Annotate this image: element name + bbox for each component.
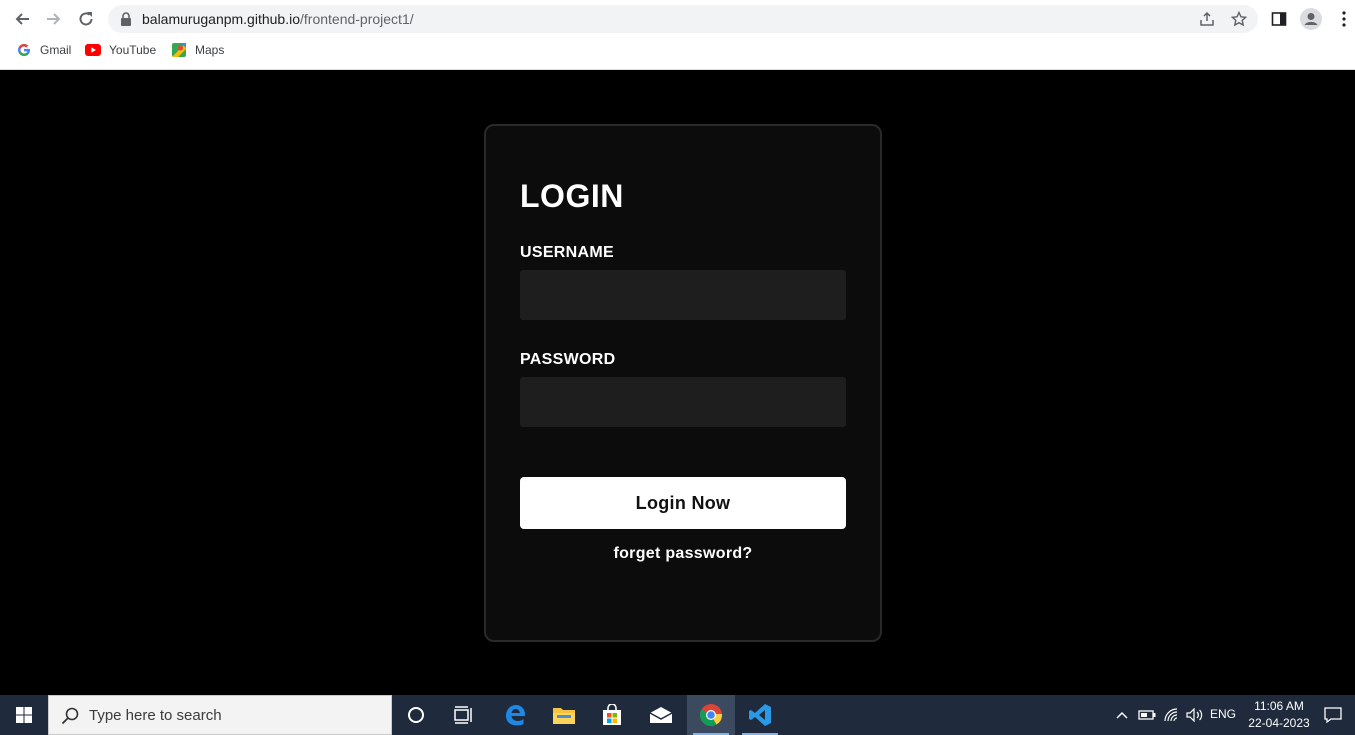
edge-taskbar-button[interactable] — [491, 695, 539, 735]
password-label: PASSWORD — [520, 351, 616, 368]
network-button[interactable] — [1161, 695, 1183, 735]
clock-date: 22-04-2023 — [1248, 716, 1310, 730]
more-vertical-icon — [1342, 11, 1346, 27]
wifi-icon — [1164, 708, 1178, 722]
language-indicator[interactable]: ENG — [1210, 707, 1236, 721]
volume-button[interactable] — [1184, 695, 1206, 735]
lock-icon[interactable] — [120, 12, 132, 26]
browser-chrome: balamuruganpm.github.io/frontend-project… — [0, 0, 1355, 70]
avatar-icon — [1300, 8, 1322, 30]
windows-icon — [16, 707, 32, 723]
taskbar: Type here to search ENG 11:06 AM 22-04-2… — [0, 695, 1355, 735]
start-button[interactable] — [0, 695, 48, 735]
browser-toolbar: balamuruganpm.github.io/frontend-project… — [0, 0, 1355, 38]
bookmark-label: Maps — [195, 43, 225, 57]
login-card: LOGIN USERNAME PASSWORD Login Now forget… — [484, 124, 882, 642]
notification-icon — [1324, 707, 1342, 723]
chrome-icon — [700, 704, 722, 726]
reload-button[interactable] — [73, 7, 99, 31]
folder-icon — [553, 708, 575, 724]
login-title: LOGIN — [520, 178, 624, 214]
forward-button[interactable] — [41, 7, 67, 31]
url-domain: balamuruganpm.github.io — [142, 11, 300, 27]
task-view-button[interactable] — [440, 695, 488, 735]
notifications-button[interactable] — [1322, 695, 1344, 735]
clock-time: 11:06 AM — [1254, 699, 1304, 713]
bookmark-maps[interactable]: Maps — [171, 42, 224, 58]
mail-icon — [649, 707, 673, 723]
share-button[interactable] — [1197, 10, 1217, 28]
speaker-icon — [1186, 708, 1203, 722]
bookmark-label: YouTube — [109, 43, 157, 57]
forget-password-link[interactable]: forget password? — [520, 545, 846, 563]
bookmark-gmail[interactable]: Gmail — [16, 42, 71, 58]
store-button[interactable] — [588, 695, 636, 735]
chrome-taskbar-button[interactable] — [687, 695, 735, 735]
username-input[interactable] — [520, 270, 846, 320]
cortana-button[interactable] — [392, 695, 440, 735]
taskbar-search-box[interactable]: Type here to search — [48, 695, 392, 735]
bookmark-youtube[interactable]: YouTube — [85, 42, 156, 58]
star-icon — [1231, 11, 1247, 27]
clock[interactable]: 11:06 AM 22-04-2023 — [1248, 698, 1310, 732]
bookmarks-bar: Gmail YouTube Maps — [0, 40, 1355, 62]
bookmark-star-button[interactable] — [1229, 10, 1249, 28]
url-path: /frontend-project1/ — [300, 11, 414, 27]
address-bar[interactable]: balamuruganpm.github.io/frontend-project… — [108, 5, 1258, 33]
login-now-button[interactable]: Login Now — [520, 477, 846, 529]
password-input[interactable] — [520, 377, 846, 427]
mail-button[interactable] — [637, 695, 685, 735]
side-panel-button[interactable] — [1268, 8, 1290, 30]
search-icon — [61, 707, 79, 725]
taskbar-search-placeholder: Type here to search — [89, 707, 222, 724]
url-text[interactable]: balamuruganpm.github.io/frontend-project… — [142, 11, 414, 27]
profile-button[interactable] — [1300, 8, 1322, 30]
battery-button[interactable] — [1137, 695, 1157, 735]
back-arrow-icon — [15, 13, 29, 25]
show-hidden-icons-button[interactable] — [1112, 695, 1132, 735]
chevron-up-icon — [1116, 711, 1128, 719]
bookmark-label: Gmail — [40, 43, 72, 57]
side-panel-icon — [1271, 12, 1287, 26]
cortana-circle-icon — [408, 707, 424, 723]
back-button[interactable] — [9, 7, 35, 31]
vscode-taskbar-button[interactable] — [736, 695, 784, 735]
page-content: LOGIN USERNAME PASSWORD Login Now forget… — [0, 70, 1355, 695]
google-icon — [16, 42, 32, 58]
edge-icon — [506, 705, 525, 726]
battery-icon — [1138, 710, 1156, 720]
vscode-icon — [749, 704, 771, 726]
task-view-icon — [454, 706, 472, 724]
reload-icon — [79, 12, 93, 26]
store-icon — [603, 704, 621, 725]
share-icon — [1200, 11, 1214, 26]
menu-button[interactable] — [1333, 8, 1355, 30]
maps-icon — [171, 42, 187, 58]
username-label: USERNAME — [520, 244, 614, 261]
forward-arrow-icon — [47, 13, 61, 25]
file-explorer-button[interactable] — [540, 695, 588, 735]
youtube-icon — [85, 42, 101, 58]
